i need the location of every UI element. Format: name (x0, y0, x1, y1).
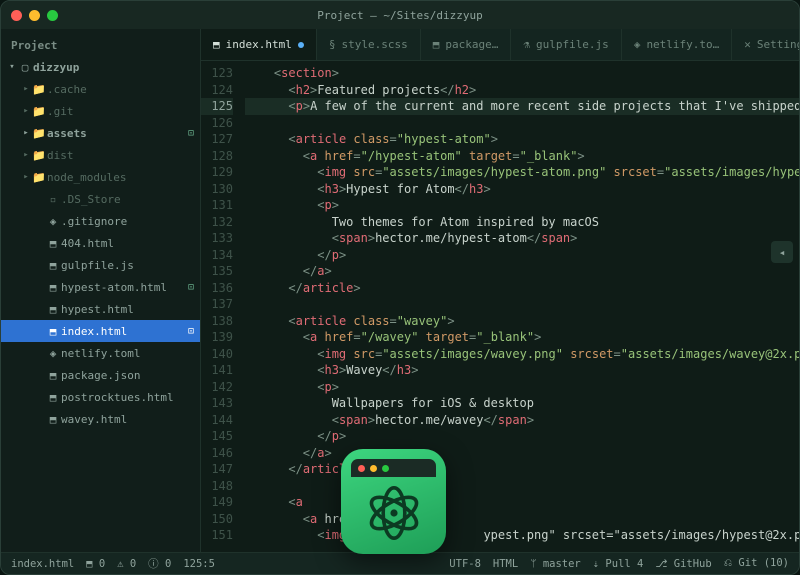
editor-tab[interactable]: ⬒index.html (201, 29, 317, 60)
editor-tab[interactable]: ⬒package… (421, 29, 512, 60)
status-encoding[interactable]: UTF-8 (449, 558, 481, 570)
status-file[interactable]: index.html (11, 558, 74, 570)
tree-item[interactable]: ▫.DS_Store (1, 188, 200, 210)
titlebar[interactable]: Project — ~/Sites/dizzyup (1, 1, 799, 29)
tree-item[interactable]: ▾▢dizzyup (1, 56, 200, 78)
modified-dot-icon (298, 42, 304, 48)
tree-item[interactable]: ▸📁.git (1, 100, 200, 122)
tree-item[interactable]: ◈netlify.toml (1, 342, 200, 364)
tree-item[interactable]: ⬒wavey.html (1, 408, 200, 430)
status-cursor[interactable]: 125:5 (183, 558, 215, 570)
zoom-icon[interactable] (47, 10, 58, 21)
editor-tab[interactable]: ✕Settings (732, 29, 800, 60)
editor-tab[interactable]: §style.scss (317, 29, 421, 60)
editor-tab[interactable]: ⚗gulpfile.js (511, 29, 621, 60)
tree-item[interactable]: ⬒hypest.html (1, 298, 200, 320)
tab-bar: ⬒index.html§style.scss⬒package…⚗gulpfile… (201, 29, 799, 61)
sidebar-header: Project (1, 33, 200, 56)
app-window: Project — ~/Sites/dizzyup Project ▾▢dizz… (0, 0, 800, 575)
status-lang[interactable]: HTML (493, 558, 518, 570)
status-diag-2[interactable]: ⓘ 0 (148, 556, 171, 571)
atom-app-icon (341, 449, 446, 554)
project-sidebar: Project ▾▢dizzyup▸📁.cache▸📁.git▸📁assets⊡… (1, 29, 201, 552)
close-icon[interactable] (11, 10, 22, 21)
editor-tab[interactable]: ◈netlify.to… (622, 29, 732, 60)
status-branch[interactable]: ᛘ master (530, 558, 581, 570)
collapse-panel-icon[interactable]: ◂ (771, 241, 793, 263)
status-diag-0[interactable]: ⬒ 0 (86, 558, 105, 570)
status-bar: index.html ⬒ 0 ⚠ 0 ⓘ 0 125:5 UTF-8 HTML … (1, 552, 799, 574)
tree-item[interactable]: ⬒404.html (1, 232, 200, 254)
tree-item[interactable]: ⬒postrocktues.html (1, 386, 200, 408)
status-diag-1[interactable]: ⚠ 0 (117, 558, 136, 570)
code-content[interactable]: <section> <h2>Featured projects</h2> <p>… (241, 61, 799, 552)
tree-item[interactable]: ⬒gulpfile.js (1, 254, 200, 276)
status-pull[interactable]: ⇣ Pull 4 (593, 558, 644, 570)
window-title: Project — ~/Sites/dizzyup (317, 9, 483, 22)
tree-item[interactable]: ▸📁node_modules (1, 166, 200, 188)
code-editor[interactable]: 1231241251261271281291301311321331341351… (201, 61, 799, 552)
tree-item[interactable]: ▸📁.cache (1, 78, 200, 100)
status-git[interactable]: ⎌ Git (10) (724, 557, 789, 570)
tree-item[interactable]: ⬒hypest-atom.html⊡ (1, 276, 200, 298)
editor-area: ⬒index.html§style.scss⬒package…⚗gulpfile… (201, 29, 799, 552)
tree-item[interactable]: ⬒index.html⊡ (1, 320, 200, 342)
status-github[interactable]: ⎇ GitHub (655, 558, 711, 570)
file-tree: ▾▢dizzyup▸📁.cache▸📁.git▸📁assets⊡▸📁dist▸📁… (1, 56, 200, 552)
tree-item[interactable]: ⬒package.json (1, 364, 200, 386)
window-controls (11, 10, 58, 21)
tree-item[interactable]: ▸📁dist (1, 144, 200, 166)
minimize-icon[interactable] (29, 10, 40, 21)
tree-item[interactable]: ▸📁assets⊡ (1, 122, 200, 144)
tree-item[interactable]: ◈.gitignore (1, 210, 200, 232)
line-gutter: 1231241251261271281291301311321331341351… (201, 61, 241, 552)
